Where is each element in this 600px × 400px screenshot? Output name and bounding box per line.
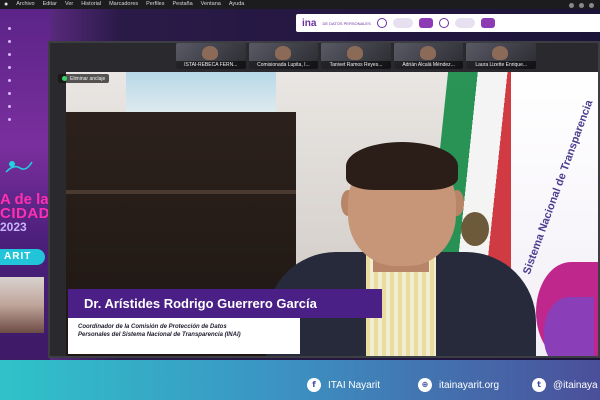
apple-icon[interactable]: ● (4, 0, 8, 9)
logo-pill (392, 18, 413, 28)
menu-item-ayuda[interactable]: Ayuda (229, 0, 245, 9)
participant-tile[interactable]: Tanivet Ramos Reyes... (321, 43, 391, 69)
participant-tile[interactable]: Laura Lizette Enrique... (466, 43, 536, 69)
website-link[interactable]: ⊕ itainayarit.org (418, 378, 499, 392)
header-small-text: DE DATOS PERSONALES (322, 20, 371, 26)
menu-item-ventana[interactable]: Ventana (201, 0, 221, 9)
menu-item-archivo[interactable]: Archivo (16, 0, 34, 9)
banner-shape (544, 297, 594, 356)
menu-item-ver[interactable]: Ver (65, 0, 73, 9)
unpin-label: Eliminar anclaje (70, 75, 106, 82)
menu-item-historial[interactable]: Historial (81, 0, 101, 9)
screen: ● Archivo Editar Ver Historial Marcadore… (0, 0, 600, 400)
pin-icon (62, 76, 67, 81)
participant-name: Adrián Alcalá Méndez... (393, 61, 464, 69)
participant-tile[interactable]: ISTAI-REBECA FERN... (176, 43, 246, 69)
left-event-banner: A de la CIDAD 2023 ARIT (0, 9, 50, 400)
participant-name: Tanivet Ramos Reyes... (321, 61, 391, 69)
map-pin-icon (5, 161, 33, 173)
menu-item-perfiles[interactable]: Perfiles (146, 0, 164, 9)
menu-item-pestana[interactable]: Pestaña (172, 0, 192, 9)
participant-strip: ISTAI-REBECA FERN... Comisionada Lupita,… (176, 43, 536, 71)
menu-item-marcadores[interactable]: Marcadores (109, 0, 138, 9)
seal-icon (376, 18, 387, 28)
participant-tile[interactable]: Comisionada Lupita, I... (248, 43, 319, 69)
globe-icon: ⊕ (418, 378, 432, 392)
twitter-handle: @itainaya (553, 379, 598, 391)
shelf-edge (66, 190, 296, 194)
speaker-title-plate: Coordinador de la Comisión de Protección… (68, 318, 300, 354)
menu-bar: ● Archivo Editar Ver Historial Marcadore… (0, 0, 600, 9)
participant-name: Comisionada Lupita, I... (248, 61, 319, 69)
participant-avatar (419, 46, 436, 60)
participant-avatar (347, 46, 364, 60)
speaker-name-plate: Dr. Arístides Rodrigo Guerrero García (68, 289, 382, 318)
participant-tile[interactable]: Adrián Alcalá Méndez... (393, 43, 464, 69)
flag-emblem (461, 212, 489, 246)
banner-photo (0, 277, 44, 333)
social-footer (0, 360, 600, 400)
facebook-icon: f (307, 378, 321, 392)
decorative-dots (8, 27, 14, 147)
twitter-link[interactable]: t @itainaya (532, 378, 598, 392)
website-url: itainayarit.org (439, 379, 500, 391)
speaker-hair (346, 142, 458, 190)
status-icon[interactable] (569, 3, 574, 8)
header-logos: ina DE DATOS PERSONALES (296, 14, 600, 32)
facebook-handle: ITAI Nayarit (328, 379, 381, 391)
facebook-link[interactable]: f ITAI Nayarit (307, 378, 380, 392)
twitter-icon: t (532, 378, 546, 392)
logo-blob (418, 18, 433, 28)
participant-avatar (202, 46, 218, 60)
status-icons (569, 1, 600, 8)
participant-name: Laura Lizette Enrique... (466, 61, 536, 69)
status-icon[interactable] (589, 3, 594, 8)
logo-pill (454, 18, 475, 28)
logo-blob (480, 18, 495, 28)
speaker-name: Dr. Arístides Rodrigo Guerrero García (84, 296, 317, 311)
unpin-button[interactable]: Eliminar anclaje (58, 74, 110, 83)
participant-avatar (274, 46, 291, 60)
banner-year: 2023 (0, 220, 27, 234)
banner-arit-badge: ARIT (0, 249, 45, 265)
inai-logo: ina (302, 17, 317, 29)
status-icon[interactable] (579, 3, 584, 8)
seal-icon (438, 18, 449, 28)
participant-name: ISTAI-REBECA FERN... (176, 61, 246, 69)
speaker-title: Coordinador de la Comisión de Protección… (78, 324, 241, 338)
participant-avatar (492, 46, 509, 60)
menu-item-editar[interactable]: Editar (43, 0, 57, 9)
